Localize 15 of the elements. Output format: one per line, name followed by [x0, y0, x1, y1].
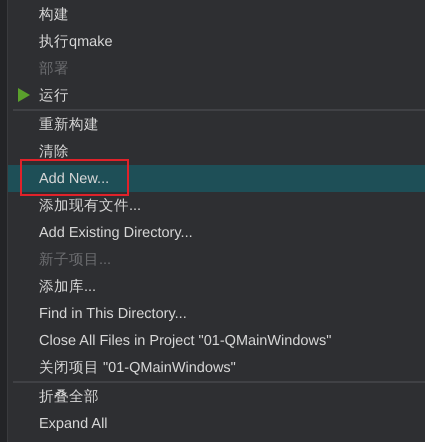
menu-item[interactable]: Find in This Directory... — [8, 300, 425, 327]
menu-item[interactable]: Close All Files in Project "01-QMainWindows" — [8, 327, 425, 354]
menu-item[interactable]: Expand All — [8, 410, 425, 437]
menu-item[interactable]: Add Existing Directory... — [8, 219, 425, 246]
menu-item[interactable]: Add New... — [8, 165, 425, 192]
menu-item[interactable]: 添加现有文件... — [8, 192, 425, 219]
menu-item[interactable]: 运行 — [8, 82, 425, 109]
menu-item[interactable]: 清除 — [8, 138, 425, 165]
menu-item[interactable]: 执行qmake — [8, 28, 425, 55]
menu-item[interactable]: 重新构建 — [8, 111, 425, 138]
menu-item[interactable]: 构建 — [8, 1, 425, 28]
play-icon — [18, 88, 30, 102]
menu-item[interactable]: 关闭项目 "01-QMainWindows" — [8, 354, 425, 381]
menu-item[interactable]: 添加库... — [8, 273, 425, 300]
menu-item[interactable]: 折叠全部 — [8, 383, 425, 410]
